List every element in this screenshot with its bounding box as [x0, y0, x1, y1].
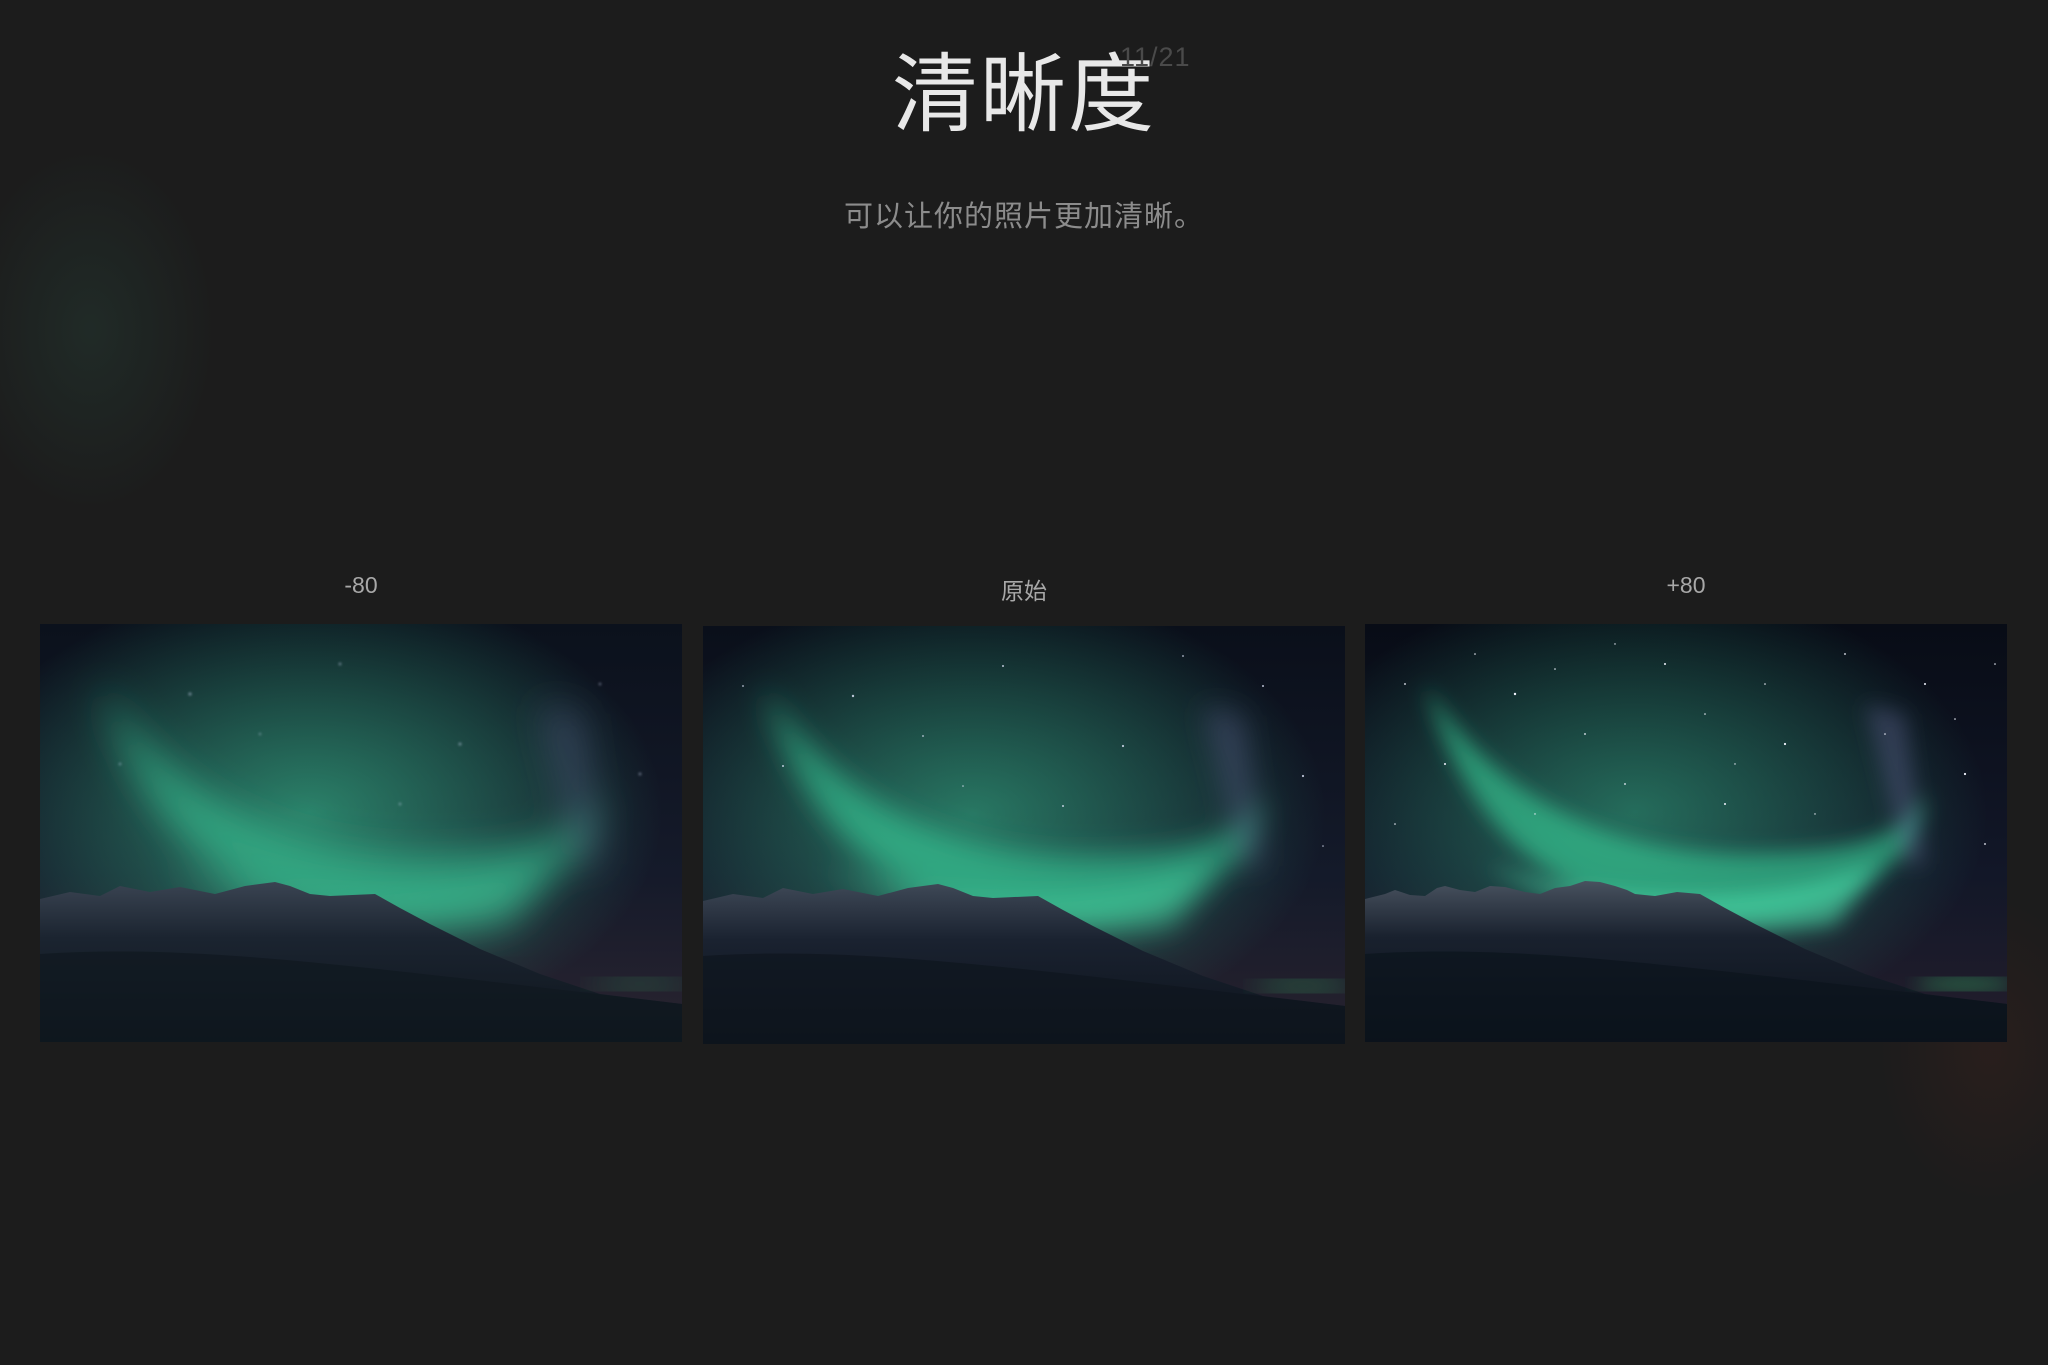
panel-label-minus: -80 [344, 572, 378, 598]
aurora-photo-minus [40, 624, 682, 1042]
aurora-image [1365, 624, 2007, 1042]
panel-label-original: 原始 [1001, 578, 1047, 604]
panel-label-plus: +80 [1666, 572, 1706, 598]
slide-counter: 11/21 [1120, 42, 1191, 72]
page-subtitle: 可以让你的照片更加清晰。 [843, 199, 1204, 233]
aurora-photo-plus [1365, 624, 2007, 1042]
page-title: 清晰度 [892, 45, 1156, 145]
aurora-image [40, 624, 682, 1042]
slide: 清晰度 11/21 可以让你的照片更加清晰。 -80 原始 +80 [0, 0, 2048, 1365]
title-block: 清晰度 [0, 40, 2048, 150]
aurora-image [703, 626, 1345, 1044]
aurora-photo-original [703, 626, 1345, 1044]
